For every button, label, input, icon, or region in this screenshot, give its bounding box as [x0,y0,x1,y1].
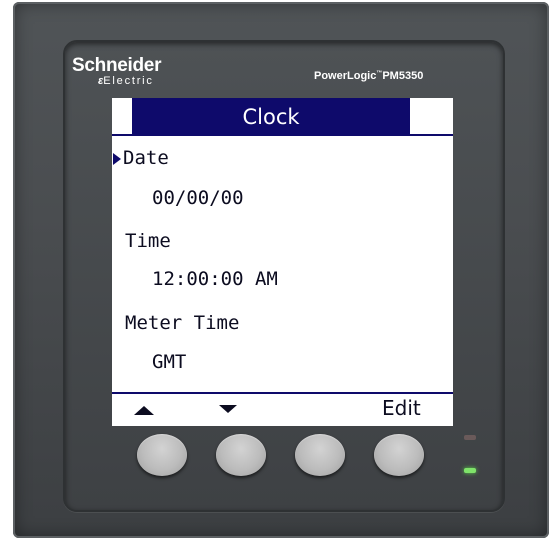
softkey-button-4[interactable] [374,434,424,476]
up-arrow-icon [134,406,154,415]
screen-title: Clock [132,98,410,134]
softkey-edit-label: Edit [382,396,421,420]
date-value: 00/00/00 [152,187,244,209]
alarm-led [464,435,476,440]
model-label: PowerLogic™PM5350 [314,70,424,82]
lcd-screen: Clock Date 00/00/00 Time 12:00:00 AM Met… [112,98,453,426]
brand-logo: Schneider ɛElectric [72,56,161,87]
heartbeat-led [464,468,476,473]
softkey-button-1[interactable] [137,434,187,476]
time-value: 12:00:00 AM [152,268,278,290]
menu-item-time[interactable]: Time [125,230,171,252]
softkey-button-3[interactable] [295,434,345,476]
down-arrow-icon [219,405,237,413]
brand-subname: ɛElectric [98,75,154,87]
softkey-divider [112,392,453,394]
selection-cursor-icon [113,153,121,165]
menu-item-date[interactable]: Date [123,147,169,169]
menu-item-meter-time[interactable]: Meter Time [125,312,239,334]
title-divider [112,134,453,136]
brand-name: Schneider [72,55,162,76]
meter-time-value: GMT [152,351,187,373]
softkey-button-2[interactable] [216,434,266,476]
